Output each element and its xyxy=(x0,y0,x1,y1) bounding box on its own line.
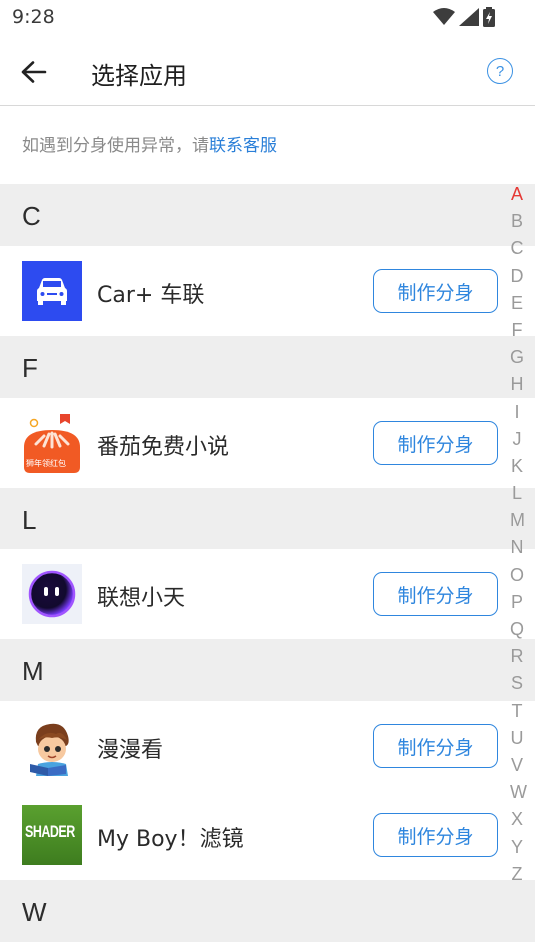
section-letter: C xyxy=(22,201,41,231)
section-header-l: L xyxy=(0,488,535,550)
alphabet-index[interactable]: ABCDEFGHIJKLMNOPQRSTUVWXYZ xyxy=(510,181,527,888)
index-letter-c[interactable]: C xyxy=(510,235,524,262)
car-icon xyxy=(37,278,67,305)
section-header-w: W xyxy=(0,880,535,942)
app-name: 联想小天 xyxy=(97,586,186,611)
app-row-myboy-shader[interactable]: SHADER My Boy！滤镜 制作分身 xyxy=(0,790,535,880)
manmankan-app-icon xyxy=(22,716,82,776)
notice-message: 如遇到分身使用异常，请 xyxy=(22,136,209,156)
index-letter-r[interactable]: R xyxy=(510,643,524,670)
index-letter-e[interactable]: E xyxy=(510,290,524,317)
make-clone-button[interactable]: 制作分身 xyxy=(373,421,498,465)
section-header-m: M xyxy=(0,639,535,701)
index-letter-z[interactable]: Z xyxy=(510,861,524,888)
status-time: 9:28 xyxy=(12,6,55,28)
myboy-shader-app-icon: SHADER xyxy=(22,805,82,865)
index-letter-o[interactable]: O xyxy=(510,562,524,589)
section-header-c: C xyxy=(0,184,535,246)
app-name: Car+ 车联 xyxy=(97,283,205,308)
help-icon: ? xyxy=(495,62,505,80)
index-letter-x[interactable]: X xyxy=(510,806,524,833)
section-header-f: F xyxy=(0,336,535,398)
make-clone-button[interactable]: 制作分身 xyxy=(373,724,498,768)
index-letter-p[interactable]: P xyxy=(510,589,524,616)
back-arrow-icon xyxy=(21,61,47,83)
lenovo-xiaotian-app-icon xyxy=(22,564,82,624)
section-letter: W xyxy=(22,897,47,927)
index-letter-j[interactable]: J xyxy=(510,426,524,453)
index-letter-m[interactable]: M xyxy=(510,507,525,534)
section-letter: F xyxy=(22,353,38,383)
battery-icon xyxy=(483,7,495,27)
make-clone-button[interactable]: 制作分身 xyxy=(373,269,498,313)
index-letter-h[interactable]: H xyxy=(510,371,524,398)
status-icons xyxy=(433,7,495,27)
back-button[interactable] xyxy=(16,54,52,90)
index-letter-s[interactable]: S xyxy=(510,670,524,697)
app-row-fanqie-novel[interactable]: 狮年领红包 番茄免费小说 制作分身 xyxy=(0,398,535,488)
cartoon-boy-icon xyxy=(22,716,82,776)
index-letter-k[interactable]: K xyxy=(510,453,524,480)
index-letter-t[interactable]: T xyxy=(510,698,524,725)
contact-support-link[interactable]: 联系客服 xyxy=(209,136,277,156)
notice-text: 如遇到分身使用异常，请联系客服 xyxy=(22,131,277,156)
app-name: 番茄免费小说 xyxy=(97,435,230,460)
app-bar: 选择应用 ? xyxy=(0,36,535,106)
signal-icon xyxy=(459,8,479,26)
index-letter-a[interactable]: A xyxy=(510,181,524,208)
shader-icon-text: SHADER xyxy=(25,822,75,842)
status-bar: 9:28 xyxy=(0,0,535,36)
index-letter-w[interactable]: W xyxy=(510,779,527,806)
index-letter-v[interactable]: V xyxy=(510,752,524,779)
index-letter-g[interactable]: G xyxy=(510,344,524,371)
index-letter-u[interactable]: U xyxy=(510,725,524,752)
section-letter: M xyxy=(22,656,44,686)
index-letter-b[interactable]: B xyxy=(510,208,524,235)
section-letter: L xyxy=(22,505,37,535)
fanqie-novel-app-icon: 狮年领红包 xyxy=(22,413,82,473)
make-clone-button[interactable]: 制作分身 xyxy=(373,572,498,616)
index-letter-l[interactable]: L xyxy=(510,480,524,507)
app-icon-badge-text: 狮年领红包 xyxy=(26,459,66,468)
index-letter-n[interactable]: N xyxy=(510,534,524,561)
assistant-face-icon xyxy=(28,570,76,618)
help-button[interactable]: ? xyxy=(487,58,513,84)
car-plus-app-icon xyxy=(22,261,82,321)
page-title: 选择应用 xyxy=(91,62,187,90)
app-name: 漫漫看 xyxy=(97,738,164,763)
app-name: My Boy！滤镜 xyxy=(97,827,244,852)
index-letter-d[interactable]: D xyxy=(510,263,524,290)
index-letter-y[interactable]: Y xyxy=(510,834,524,861)
index-letter-q[interactable]: Q xyxy=(510,616,524,643)
app-row-car-plus[interactable]: Car+ 车联 制作分身 xyxy=(0,246,535,336)
index-letter-i[interactable]: I xyxy=(510,399,524,426)
wifi-icon xyxy=(433,8,455,25)
index-letter-f[interactable]: F xyxy=(510,317,524,344)
app-row-manmankan[interactable]: 漫漫看 制作分身 xyxy=(0,701,535,791)
app-row-lenovo-xiaotian[interactable]: 联想小天 制作分身 xyxy=(0,549,535,639)
make-clone-button[interactable]: 制作分身 xyxy=(373,813,498,857)
